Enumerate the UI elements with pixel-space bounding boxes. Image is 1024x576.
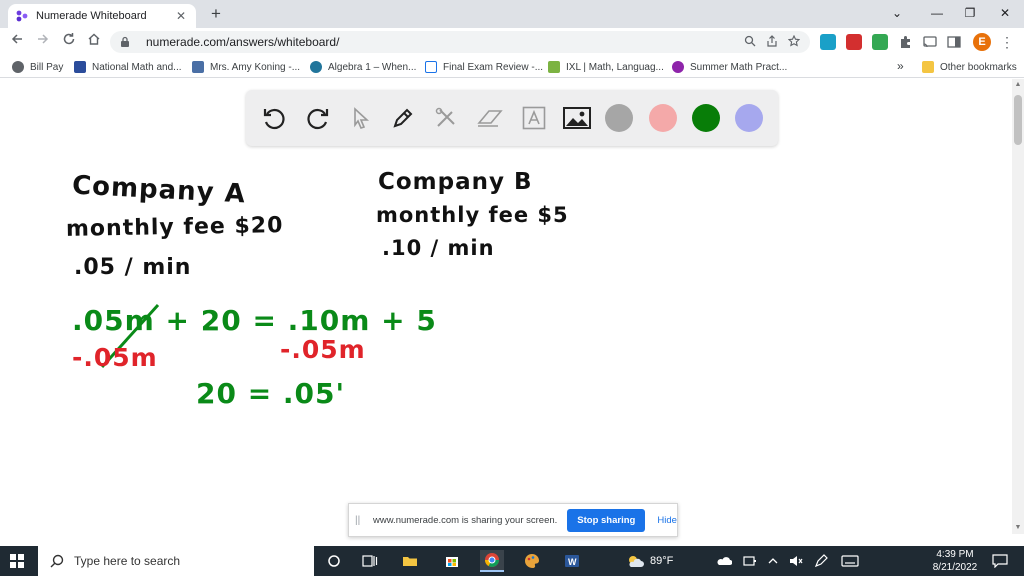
back-button[interactable] — [6, 31, 28, 53]
subtract-left: -.05m — [72, 343, 158, 372]
page-scrollbar[interactable]: ▲ ▼ — [1012, 79, 1024, 534]
minimize-button[interactable]: — — [922, 0, 952, 28]
bookmark-bill-pay[interactable]: Bill Pay — [12, 59, 63, 75]
bookmarks-bar: Bill Pay National Math and... Mrs. Amy K… — [0, 56, 1024, 78]
wordpress-icon — [310, 61, 322, 73]
tray-icons — [716, 546, 859, 576]
notification-center-icon[interactable] — [992, 546, 1008, 576]
scroll-down-icon[interactable]: ▼ — [1012, 522, 1024, 534]
company-b-title: Company B — [378, 169, 533, 195]
extension-checklist-icon[interactable] — [872, 34, 888, 50]
home-button[interactable] — [83, 31, 105, 53]
restore-button[interactable]: ❐ — [955, 0, 985, 28]
bookmark-star-icon[interactable] — [787, 34, 801, 50]
zoom-search-icon[interactable] — [744, 35, 756, 50]
taskbar-clock[interactable]: 4:39 PM 8/21/2022 — [925, 548, 985, 574]
browser-menu-icon[interactable]: ⋮ — [1000, 32, 1014, 52]
globe-icon — [12, 61, 24, 73]
clock-date: 8/21/2022 — [932, 562, 978, 573]
back-arrow-icon — [11, 34, 22, 44]
keyboard-icon[interactable] — [841, 555, 859, 567]
search-icon — [50, 554, 64, 568]
onedrive-icon[interactable] — [716, 556, 732, 566]
bookmark-mrs-amy-koning[interactable]: Mrs. Amy Koning -... — [192, 59, 300, 75]
taskbar-search-box[interactable]: Type here to search — [38, 546, 314, 576]
bookmark-national-math[interactable]: National Math and... — [74, 59, 182, 75]
drag-handle-icon[interactable]: || — [355, 515, 367, 526]
stop-sharing-button[interactable]: Stop sharing — [567, 508, 646, 532]
screen-share-bar: || www.numerade.com is sharing your scre… — [348, 503, 678, 537]
home-icon — [88, 33, 100, 45]
forward-arrow-icon — [38, 34, 49, 44]
folder-icon — [922, 61, 934, 73]
bookmark-ixl[interactable]: IXL | Math, Languag... — [548, 59, 664, 75]
close-window-button[interactable]: ✕ — [990, 0, 1020, 28]
x-logo-icon — [74, 61, 86, 73]
subtract-right: -.05m — [280, 335, 366, 364]
cast-icon[interactable] — [922, 34, 938, 50]
lock-icon — [120, 36, 132, 48]
clock-time: 4:39 PM — [936, 549, 974, 560]
forward-button[interactable] — [32, 31, 54, 53]
windows-start-icon[interactable] — [10, 554, 24, 568]
numerade-logo-icon — [16, 10, 28, 22]
tab-strip: Numerade Whiteboard ✕ + ⌄ — ❐ ✕ — [0, 0, 1024, 28]
whiteboard-page[interactable]: Company A monthly fee $20 .05 / min Comp… — [0, 79, 1012, 534]
other-bookmarks[interactable]: Other bookmarks — [922, 59, 1017, 75]
side-panel-icon[interactable] — [946, 34, 962, 50]
extension-pdf-icon[interactable] — [846, 34, 862, 50]
reload-icon — [63, 33, 75, 45]
page-icon — [192, 61, 204, 73]
url-text: numerade.com/answers/whiteboard/ — [146, 35, 340, 49]
share-message: www.numerade.com is sharing your screen. — [373, 514, 558, 526]
weather-temperature: 89°F — [650, 555, 674, 567]
browser-toolbar: numerade.com/answers/whiteboard/ E ⋮ — [0, 28, 1024, 56]
company-a-rate: .05 / min — [74, 255, 192, 280]
more-bookmarks-chevron-icon[interactable]: » — [897, 59, 904, 73]
calendar-icon — [425, 61, 437, 73]
file-explorer-icon[interactable] — [398, 550, 422, 572]
cortana-icon[interactable] — [322, 550, 346, 572]
share-icon[interactable] — [766, 34, 778, 50]
scroll-thumb[interactable] — [1014, 95, 1022, 145]
system-tray-icon[interactable] — [743, 555, 757, 567]
profile-avatar[interactable]: E — [973, 33, 991, 51]
tab-search-icon[interactable]: ⌄ — [882, 0, 912, 28]
search-placeholder: Type here to search — [74, 554, 181, 568]
paint-app-icon[interactable] — [520, 550, 544, 572]
tab-numerade-whiteboard[interactable]: Numerade Whiteboard ✕ — [8, 4, 196, 28]
equation-result: 20 = .05' — [196, 377, 346, 410]
tab-close-icon[interactable]: ✕ — [174, 9, 188, 23]
chevron-up-icon[interactable] — [768, 557, 778, 565]
reload-button[interactable] — [58, 31, 80, 53]
extension-screencast-icon[interactable] — [820, 34, 836, 50]
task-view-icon[interactable] — [358, 550, 382, 572]
circle-logo-icon — [672, 61, 684, 73]
volume-icon[interactable] — [789, 555, 803, 567]
word-app-icon[interactable]: W — [560, 550, 584, 572]
weather-widget[interactable]: 89°F — [626, 546, 673, 576]
partly-cloudy-icon — [626, 554, 644, 568]
pen-workspace-icon[interactable] — [814, 554, 828, 568]
company-a-title: Company A — [71, 170, 247, 210]
microsoft-store-icon[interactable] — [440, 550, 464, 572]
extensions-puzzle-icon[interactable] — [898, 34, 914, 50]
company-a-fee: monthly fee $20 — [65, 213, 284, 242]
whiteboard-canvas[interactable]: Company A monthly fee $20 .05 / min Comp… — [0, 79, 1012, 534]
windows-taskbar: Type here to search W 89°F 4:39 PM 8/21/… — [0, 546, 1024, 576]
address-bar[interactable]: numerade.com/answers/whiteboard/ — [110, 31, 810, 53]
chrome-taskbar-icon[interactable] — [480, 550, 504, 572]
bookmark-final-exam-review[interactable]: Final Exam Review -... — [425, 59, 543, 75]
svg-text:W: W — [568, 557, 577, 567]
scroll-up-icon[interactable]: ▲ — [1012, 79, 1024, 91]
new-tab-button[interactable]: + — [206, 4, 226, 24]
bookmark-summer-math[interactable]: Summer Math Pract... — [672, 59, 787, 75]
company-b-rate: .10 / min — [382, 236, 495, 260]
company-b-fee: monthly fee $5 — [376, 203, 569, 227]
screen: Numerade Whiteboard ✕ + ⌄ — ❐ ✕ numerade… — [0, 0, 1024, 576]
bookmark-algebra-1[interactable]: Algebra 1 – When... — [310, 59, 416, 75]
hide-share-bar-button[interactable]: Hide — [657, 515, 677, 526]
tab-title: Numerade Whiteboard — [36, 10, 147, 22]
ixl-icon — [548, 61, 560, 73]
